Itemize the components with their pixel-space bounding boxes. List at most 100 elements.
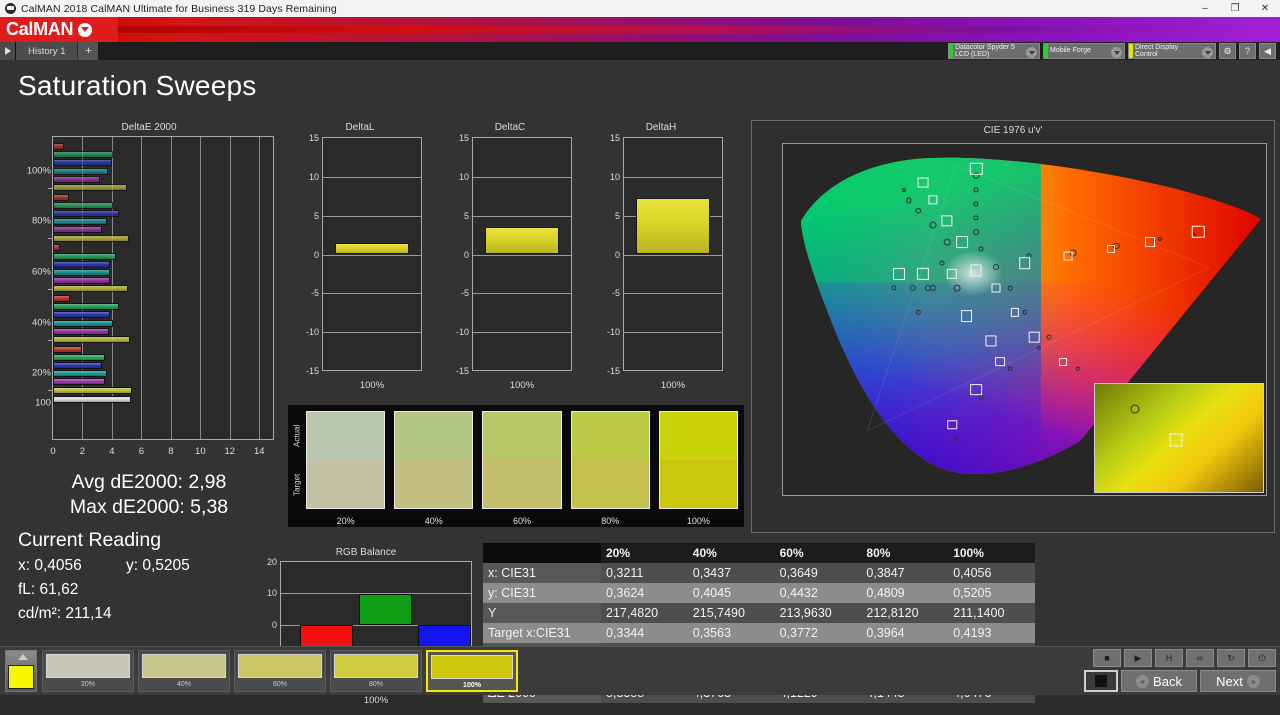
axis-tick-label: 15 [598,133,620,143]
maximize-button[interactable]: ❐ [1220,0,1250,17]
cie-target-marker [918,177,929,188]
cie-1976-chart: CIE 1976 u'v' [751,120,1275,533]
deltaH-title: DeltaH [597,122,725,133]
axis-tick [782,290,783,291]
chevron-down-icon[interactable] [1026,47,1037,58]
next-button[interactable]: Next » [1200,670,1276,692]
stop-icon[interactable]: ■ [1093,649,1121,667]
deltae-bar [53,285,128,292]
axis-tick [782,261,783,262]
cie-target-marker [917,268,929,280]
chevron-down-icon[interactable] [78,23,92,37]
cie-measured-marker [953,285,960,292]
power-icon[interactable]: ⏻ [1248,649,1276,667]
sample-button-40[interactable]: 40% [138,650,230,692]
table-cell: 0,4809 [861,583,948,603]
calman-menu-button[interactable]: CalMAN [0,17,118,42]
axis-tick-label: 6 [139,446,144,457]
table-row: Y217,4820215,7490213,9630212,8120211,140… [483,603,1035,623]
source-selector[interactable]: Mobile Forge [1043,43,1125,59]
gear-icon[interactable]: ⚙ [1219,43,1236,59]
swatch-cell [482,411,561,509]
sample-button-100[interactable]: 100% [426,650,518,692]
sample-label: 40% [177,681,191,688]
cie-plot-area[interactable]: 00,050,10,150,20,250,30,350,40,450,50,55… [782,143,1267,496]
sample-button-80[interactable]: 80% [330,650,422,692]
axis-tick-label: 20% [19,368,51,379]
minimize-button[interactable]: – [1190,0,1220,17]
deltae-bar [53,235,129,242]
axis-tick-label: 15 [297,133,319,143]
display-control-selector[interactable]: Direct Display Control [1128,43,1216,59]
tab-history-1[interactable]: History 1 [16,42,78,60]
back-button[interactable]: « Back [1121,670,1197,692]
swatch-column-label: 80% [571,516,650,526]
help-icon[interactable]: ? [1239,43,1256,59]
refresh-icon[interactable]: ↻ [1217,649,1245,667]
axis-tick-label: -15 [598,366,620,376]
gridline [323,332,421,333]
page-title: Saturation Sweeps [18,70,256,102]
sample-label: 100% [463,682,481,689]
axis-tick-label: 80% [19,216,51,227]
cie-measured-marker [944,239,951,246]
sample-color-chip [46,654,130,678]
swatch-target [307,460,384,508]
speaker-icon[interactable]: ◀ [1259,43,1276,59]
meter-selector[interactable]: Datacolor Spyder 5 LCD (LED) [948,43,1040,59]
meter-icon[interactable]: H [1155,649,1183,667]
cie-target-marker [928,196,937,205]
deltae-bar [53,244,60,251]
tab-scroll-right-icon[interactable] [0,42,16,60]
deltae-bar [53,143,64,150]
deltae-bar [53,336,130,343]
deltaL-chart: DeltaL 100% 151050-5-10-15 [296,122,424,397]
play-icon[interactable]: ▶ [1124,649,1152,667]
sample-label: 80% [369,681,383,688]
deltae-bar [53,168,108,175]
axis-tick-label: -10 [297,327,319,337]
deltae-bar [53,387,132,394]
readout-panel: Avg dE2000: 2,98 Max dE2000: 5,38 Curren… [18,470,280,623]
close-button[interactable]: ✕ [1250,0,1280,17]
swatch-label-actual: Actual [290,411,304,460]
reading-fl: fL: 61,62 [18,581,280,599]
current-reading-heading: Current Reading [18,529,280,552]
axis-tick-label: 12 [225,446,236,457]
deltaC-xlabel: 100% [473,380,571,391]
chevron-up-icon [18,654,28,660]
meter-name: Datacolor Spyder 5 [955,44,1015,52]
gridline [200,137,201,439]
chevron-down-icon[interactable] [1111,47,1122,58]
tab-strip: History 1 + Datacolor Spyder 5 LCD (LED)… [0,42,1280,60]
current-color-swatch-button[interactable] [5,650,37,692]
axis-tick [783,495,784,496]
table-row-label: y: CIE31 [483,583,601,603]
table-corner [483,543,601,563]
axis-tick-label: 2 [80,446,85,457]
link-icon[interactable]: ∞ [1186,649,1214,667]
sample-button-60[interactable]: 60% [234,650,326,692]
gridline [323,177,421,178]
deltae-bar [53,311,110,318]
cie-target-marker [970,384,982,396]
deltaH-xlabel: 100% [624,380,722,391]
stop-square-button[interactable] [1084,670,1118,692]
table-cell: 213,9630 [775,603,862,623]
table-cell: 211,1400 [948,603,1035,623]
axis-tick-label: 10 [598,172,620,182]
sample-label: 60% [273,681,287,688]
sample-button-20[interactable]: 20% [42,650,134,692]
max-de2000: Max dE2000: 5,38 [18,495,280,520]
table-cell: 0,3772 [775,623,862,643]
deltae-bar [53,151,113,158]
axis-tick [904,495,905,496]
chevron-down-icon[interactable] [1202,47,1213,58]
axis-tick [782,495,783,496]
gridline [323,216,421,217]
add-tab-button[interactable]: + [78,42,98,60]
table-cell: 0,5205 [948,583,1035,603]
cie-target-marker [1059,358,1067,366]
delta-bar [485,227,559,254]
meter-sub: LCD (LED) [955,51,1015,59]
